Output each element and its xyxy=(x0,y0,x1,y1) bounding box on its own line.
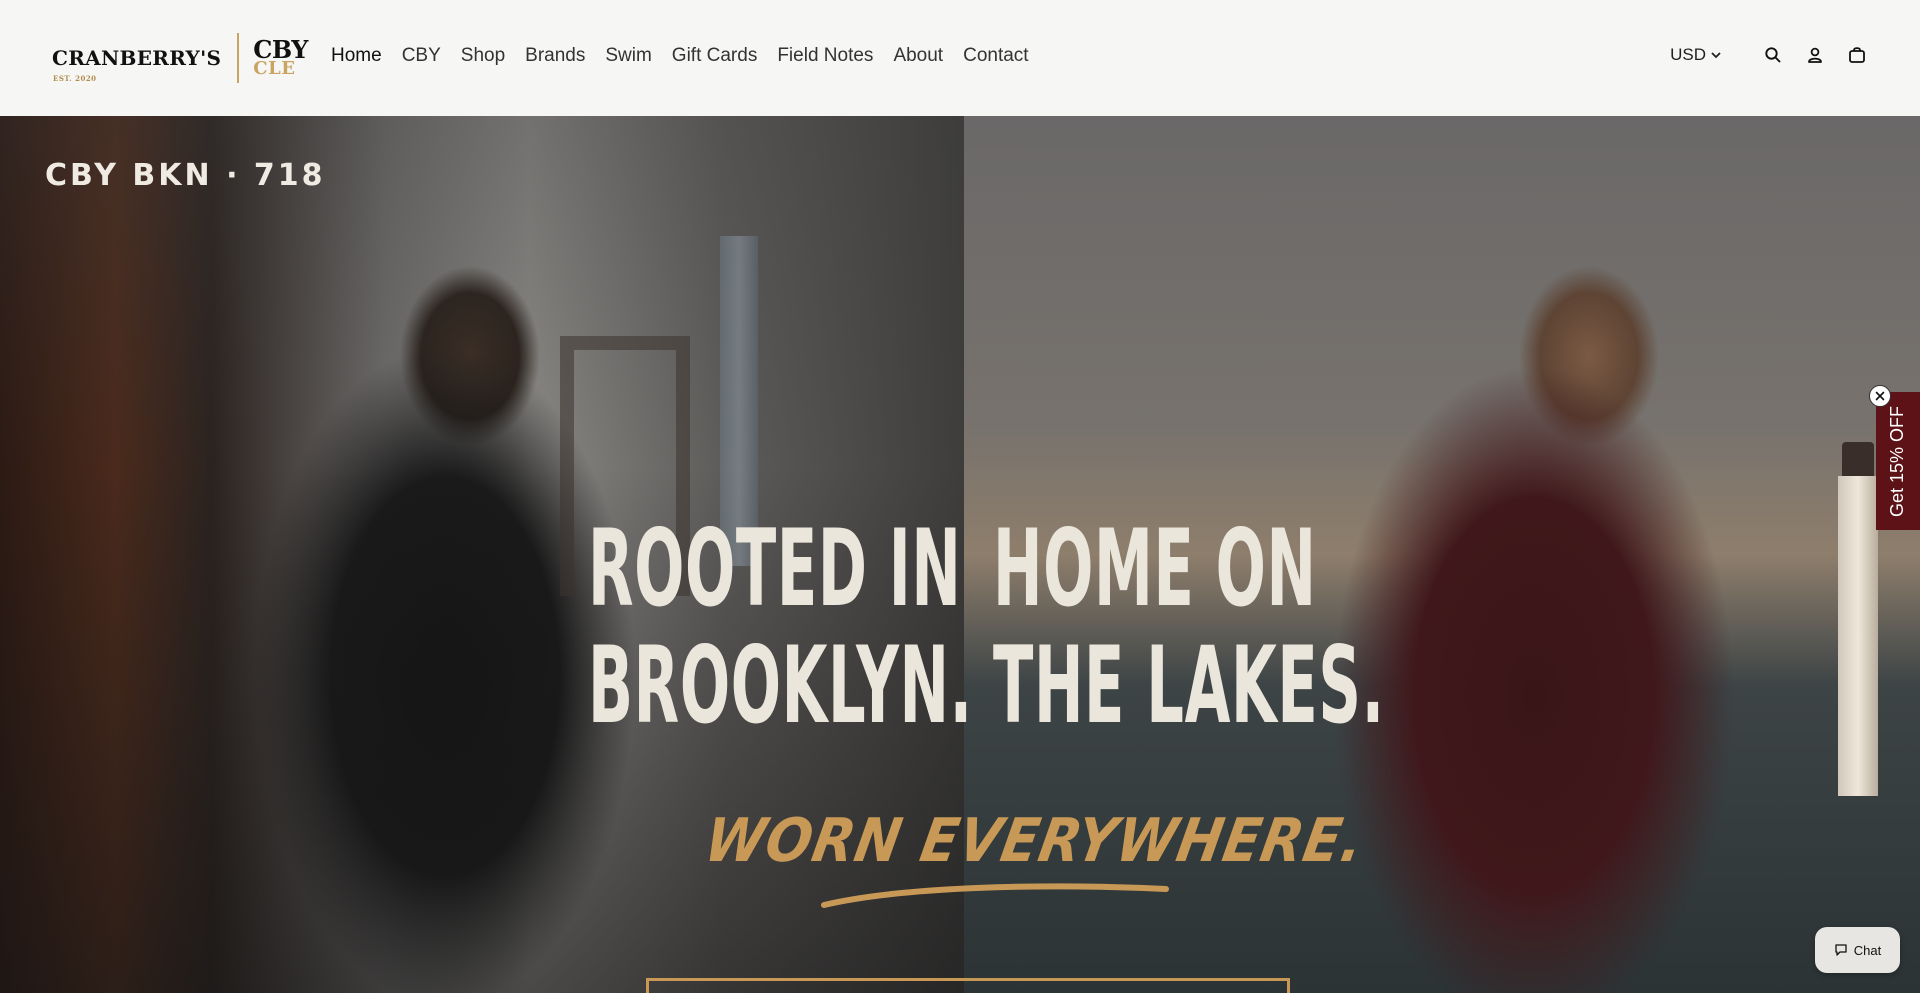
hero-cta-frame[interactable] xyxy=(646,978,1290,993)
headline-right: HOME ON THE LAKES. xyxy=(993,507,1625,747)
lighthouse xyxy=(1838,476,1878,796)
hero-tag: CBY BKN · 718 xyxy=(45,158,326,193)
site-header: CRANBERRY'S EST. 2020 CBY CLE Home CBY S… xyxy=(0,0,1920,116)
logo-sub-bottom: CLE xyxy=(253,57,296,79)
account-icon[interactable] xyxy=(1804,44,1826,66)
nav-shop[interactable]: Shop xyxy=(461,45,505,67)
discount-tab-label: Get 15% OFF xyxy=(1887,405,1908,517)
chat-button[interactable]: Chat xyxy=(1815,927,1900,973)
hero-tagline: WORN EVERYWHERE. xyxy=(699,806,1370,876)
currency-label: USD xyxy=(1670,45,1706,64)
hero-banner[interactable]: CBY BKN · 718 ROOTED IN BROOKLYN. HOME O… xyxy=(0,116,1920,993)
chat-label: Chat xyxy=(1853,942,1882,958)
cart-icon[interactable] xyxy=(1846,44,1868,66)
headline-right-line-1: HOME ON xyxy=(993,507,1317,630)
nav-gift-cards[interactable]: Gift Cards xyxy=(672,45,758,67)
nav-cby[interactable]: CBY xyxy=(402,45,441,67)
logo[interactable]: CRANBERRY'S EST. 2020 CBY CLE xyxy=(52,32,308,84)
logo-brand-name: CRANBERRY'S EST. 2020 xyxy=(52,46,237,83)
search-icon[interactable] xyxy=(1762,44,1784,66)
currency-selector[interactable]: USD xyxy=(1670,45,1722,65)
nav-brands[interactable]: Brands xyxy=(525,45,585,67)
logo-est: EST. 2020 xyxy=(53,74,97,83)
nav-swim[interactable]: Swim xyxy=(605,45,651,67)
chat-bubble-icon xyxy=(1835,944,1847,956)
logo-sub: CBY CLE xyxy=(253,38,308,79)
logo-brand-text: CRANBERRY'S xyxy=(52,46,222,70)
nav-field-notes[interactable]: Field Notes xyxy=(777,45,873,67)
logo-divider xyxy=(237,33,240,83)
headline-left-line-1: ROOTED IN xyxy=(588,507,962,630)
nav-home[interactable]: Home xyxy=(331,45,382,67)
tagline-underline xyxy=(821,883,1169,908)
nav-about[interactable]: About xyxy=(893,45,943,67)
close-icon[interactable] xyxy=(1869,385,1891,407)
main-nav: Home CBY Shop Brands Swim Gift Cards Fie… xyxy=(331,45,1049,67)
headline-left-line-2: BROOKLYN. xyxy=(588,623,973,747)
headline-right-line-2: THE LAKES. xyxy=(993,623,1385,747)
chevron-down-icon xyxy=(1711,52,1721,59)
nav-contact[interactable]: Contact xyxy=(963,45,1028,67)
discount-tab[interactable]: Get 15% OFF xyxy=(1876,392,1920,530)
header-actions: USD xyxy=(1670,44,1868,66)
